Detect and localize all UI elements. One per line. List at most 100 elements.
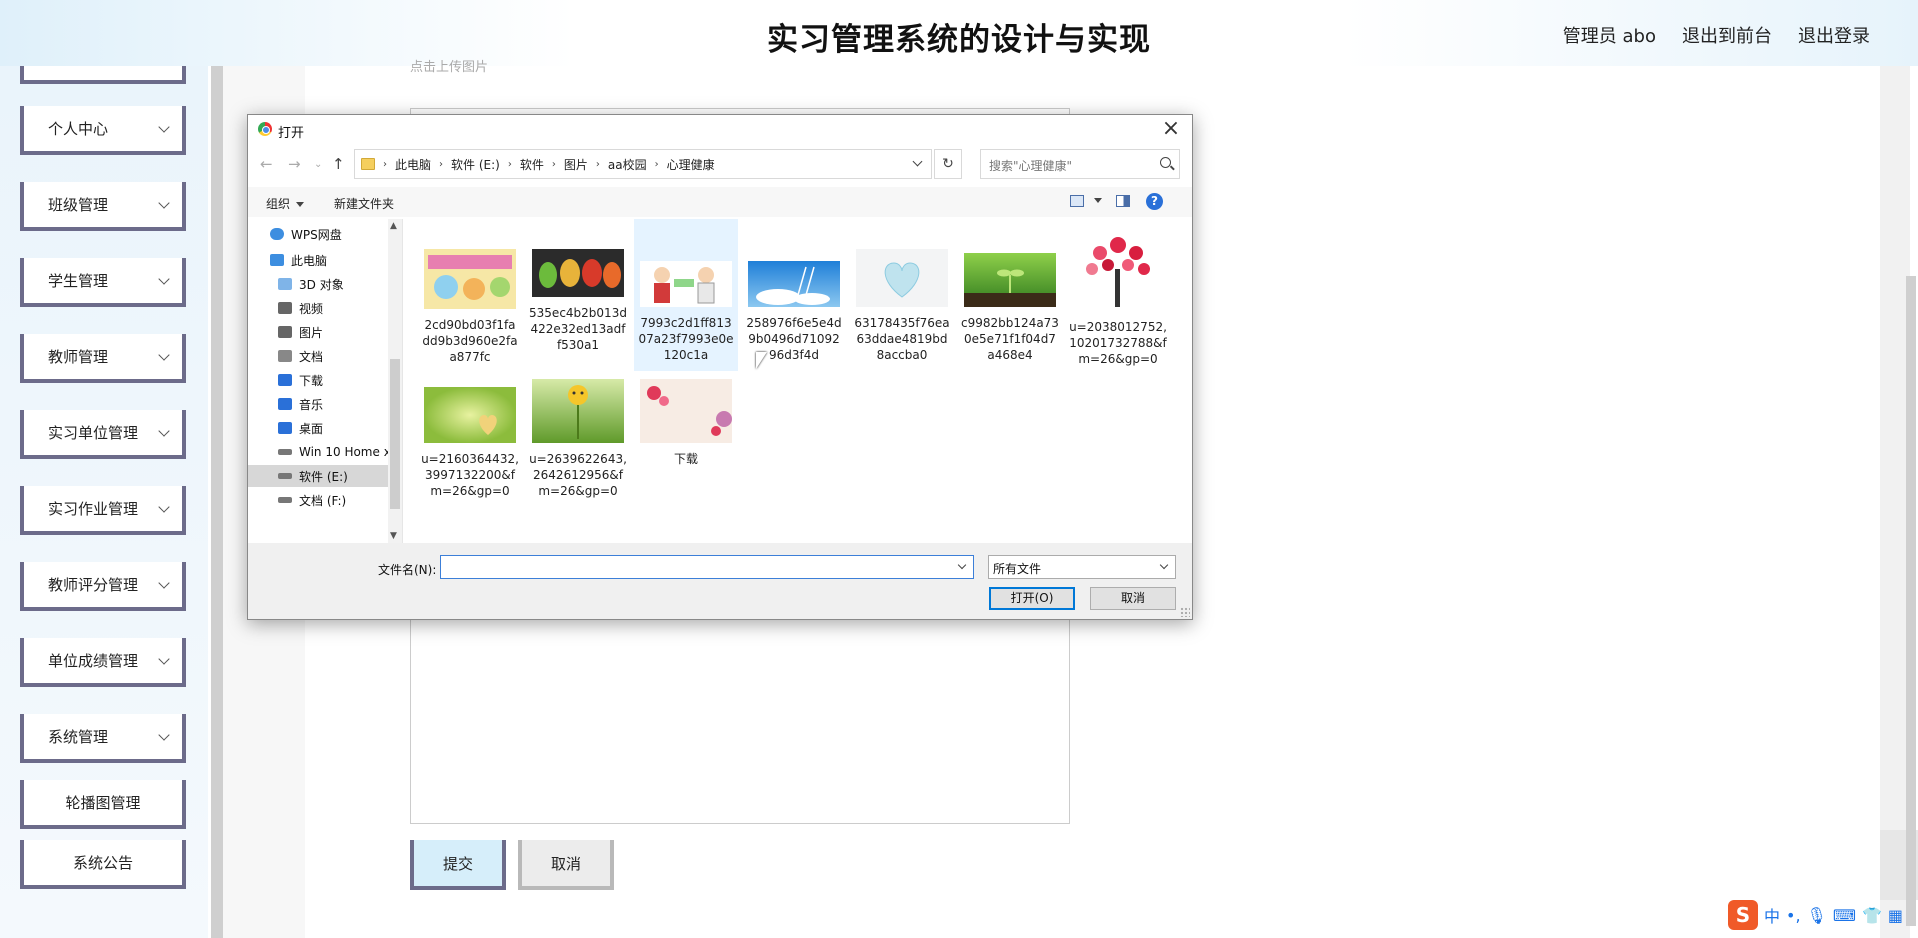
resize-grip-icon[interactable]	[1180, 607, 1190, 617]
cloud-icon	[270, 228, 284, 240]
up-arrow-icon[interactable]: ↑	[332, 155, 345, 173]
caret-down-icon	[1094, 198, 1102, 203]
filename-label: 文件名(N):	[378, 563, 437, 577]
sidebar-item-teacher-management[interactable]: 教师管理	[20, 334, 186, 383]
tree-item-label: 下载	[299, 373, 324, 388]
scroll-down-icon[interactable]: ▼	[390, 531, 397, 541]
file-item[interactable]: u=2639622643,2642612956&fm=26&gp=0	[526, 379, 630, 499]
file-list: 2cd90bd03f1fadd9b3d960e2faa877fc 535ec4b…	[404, 219, 1192, 543]
breadcrumb-item[interactable]: 心理健康	[667, 156, 715, 173]
nav-pane-scroll-thumb[interactable]	[390, 359, 400, 509]
file-item-selected[interactable]: 7993c2d1ff81307a23f7993e0e120c1a	[634, 219, 738, 371]
forward-arrow-icon[interactable]: →	[288, 155, 301, 173]
recent-chevron-icon[interactable]: ⌄	[314, 159, 322, 170]
sidebar-item-internship-unit[interactable]: 实习单位管理	[20, 410, 186, 459]
admin-user-link[interactable]: 管理员 abo	[1563, 22, 1656, 48]
tree-item-downloads[interactable]: 下载	[248, 369, 388, 391]
desktop-icon	[278, 422, 292, 434]
cube-icon	[278, 278, 292, 290]
sidebar-item-label: 教师评分管理	[48, 576, 139, 594]
open-button[interactable]: 打开(O)	[989, 587, 1075, 610]
dialog-cancel-button[interactable]: 取消	[1090, 587, 1176, 610]
tree-item-drive-f[interactable]: 文档 (F:)	[248, 489, 388, 511]
tree-item-drive-e[interactable]: 软件 (E:)	[248, 465, 388, 487]
breadcrumb-item[interactable]: aa校园	[608, 156, 647, 173]
chevron-down-icon[interactable]	[957, 560, 967, 570]
preview-pane-icon[interactable]	[1116, 195, 1130, 207]
microphone-icon[interactable]: 🎙	[1807, 906, 1827, 925]
file-item[interactable]: u=2038012752,10201732788&fm=26&gp=0	[1066, 225, 1170, 367]
sidebar-item-internship-homework[interactable]: 实习作业管理	[20, 486, 186, 535]
tree-item-desktop[interactable]: 桌面	[248, 417, 388, 439]
toolbox-icon[interactable]: ▦	[1888, 906, 1903, 925]
chevron-down-icon	[158, 425, 170, 437]
view-mode-dropdown[interactable]	[1088, 193, 1102, 207]
file-name: u=2038012752,10201732788&fm=26&gp=0	[1069, 320, 1167, 366]
file-item[interactable]: 258976f6e5e4d9b0496d7109296d3f4d	[742, 261, 846, 363]
drive-icon	[278, 473, 292, 479]
file-item[interactable]: 535ec4b2b013d422e32ed13adff530a1	[526, 249, 630, 353]
organize-button[interactable]: 组织	[266, 195, 305, 212]
file-item[interactable]: 63178435f76ea63ddae4819bd8accba0	[850, 249, 954, 363]
tree-item-3d-objects[interactable]: 3D 对象	[248, 273, 388, 295]
file-item[interactable]: 下载	[634, 379, 738, 467]
breadcrumb-item[interactable]: 图片	[564, 156, 588, 173]
tree-item-videos[interactable]: 视频	[248, 297, 388, 319]
sidebar-scrollbar[interactable]	[211, 66, 223, 938]
address-bar[interactable]: › 此电脑 › 软件 (E:) › 软件 › 图片 › aa校园 › 心理健康	[354, 149, 932, 179]
search-input[interactable]: 搜索"心理健康"	[980, 149, 1180, 179]
new-folder-button[interactable]: 新建文件夹	[334, 195, 394, 212]
file-item[interactable]: c9982bb124a730e5e71f1f04d7a468e4	[958, 253, 1062, 363]
dialog-titlebar[interactable]: 打开 ×	[248, 115, 1192, 145]
ime-mode[interactable]: 中	[1764, 903, 1780, 927]
cancel-button[interactable]: 取消	[518, 840, 614, 890]
keyboard-icon[interactable]: ⌨	[1833, 906, 1856, 925]
dialog-footer: 文件名(N): 所有文件 打开(O) 取消	[248, 543, 1192, 619]
file-item[interactable]: u=2160364432,3997132200&fm=26&gp=0	[418, 387, 522, 499]
navigation-pane: WPS网盘 此电脑 3D 对象 视频 图片 文档 下载 音乐 桌面 Win 10…	[248, 219, 403, 543]
upload-hint[interactable]: 点击上传图片	[410, 56, 488, 75]
view-mode-icon[interactable]	[1070, 195, 1084, 207]
sidebar-item-partial[interactable]	[20, 66, 186, 84]
skin-icon[interactable]: 👕	[1862, 906, 1882, 925]
tree-item-documents[interactable]: 文档	[248, 345, 388, 367]
sidebar-item-system-management[interactable]: 系统管理	[20, 714, 186, 763]
breadcrumb-item[interactable]: 软件 (E:)	[451, 156, 500, 173]
submit-button[interactable]: 提交	[410, 840, 506, 890]
sidebar-item-student-management[interactable]: 学生管理	[20, 258, 186, 307]
tree-item-music[interactable]: 音乐	[248, 393, 388, 415]
back-to-frontend-link[interactable]: 退出到前台	[1682, 22, 1772, 48]
nav-pane-scrollbar[interactable]: ▲ ▼	[388, 219, 402, 543]
sidebar-item-carousel-management[interactable]: 轮播图管理	[20, 780, 186, 829]
scroll-up-icon[interactable]: ▲	[390, 221, 397, 231]
filename-input[interactable]	[440, 555, 974, 579]
sidebar-item-teacher-scoring[interactable]: 教师评分管理	[20, 562, 186, 611]
sidebar-item-class-management[interactable]: 班级管理	[20, 182, 186, 231]
page-scrollbar[interactable]	[1906, 276, 1916, 926]
logout-link[interactable]: 退出登录	[1798, 22, 1870, 48]
tree-item-pictures[interactable]: 图片	[248, 321, 388, 343]
sogou-logo-icon[interactable]: S	[1728, 900, 1758, 930]
file-name: c9982bb124a730e5e71f1f04d7a468e4	[961, 316, 1059, 362]
close-icon[interactable]: ×	[1158, 117, 1184, 143]
tree-item-win10-home[interactable]: Win 10 Home x	[248, 441, 388, 463]
sidebar-item-system-notice[interactable]: 系统公告	[20, 840, 186, 889]
sidebar-item-personal-center[interactable]: 个人中心	[20, 106, 186, 155]
refresh-icon[interactable]: ↻	[934, 149, 962, 179]
file-open-dialog: 打开 × ← → ⌄ ↑ › 此电脑 › 软件 (E:) › 软件 › 图片 ›…	[247, 114, 1193, 620]
tree-item-this-pc[interactable]: 此电脑	[248, 249, 388, 271]
file-item[interactable]: 2cd90bd03f1fadd9b3d960e2faa877fc	[418, 249, 522, 365]
filetype-select[interactable]: 所有文件	[988, 555, 1176, 579]
thumbnail-psych-poster	[424, 249, 516, 309]
punctuation-icon[interactable]: •,	[1786, 906, 1801, 925]
breadcrumb-item[interactable]: 此电脑	[395, 156, 431, 173]
sidebar-item-label: 系统管理	[48, 728, 109, 746]
sidebar-item-unit-grades[interactable]: 单位成绩管理	[20, 638, 186, 687]
tree-item-wps-cloud[interactable]: WPS网盘	[248, 223, 388, 245]
tree-item-label: 3D 对象	[299, 277, 344, 292]
help-icon[interactable]: ?	[1146, 193, 1163, 210]
music-icon	[278, 398, 292, 410]
breadcrumb-item[interactable]: 软件	[520, 156, 544, 173]
chevron-down-icon[interactable]	[912, 156, 923, 167]
back-arrow-icon[interactable]: ←	[260, 155, 273, 173]
